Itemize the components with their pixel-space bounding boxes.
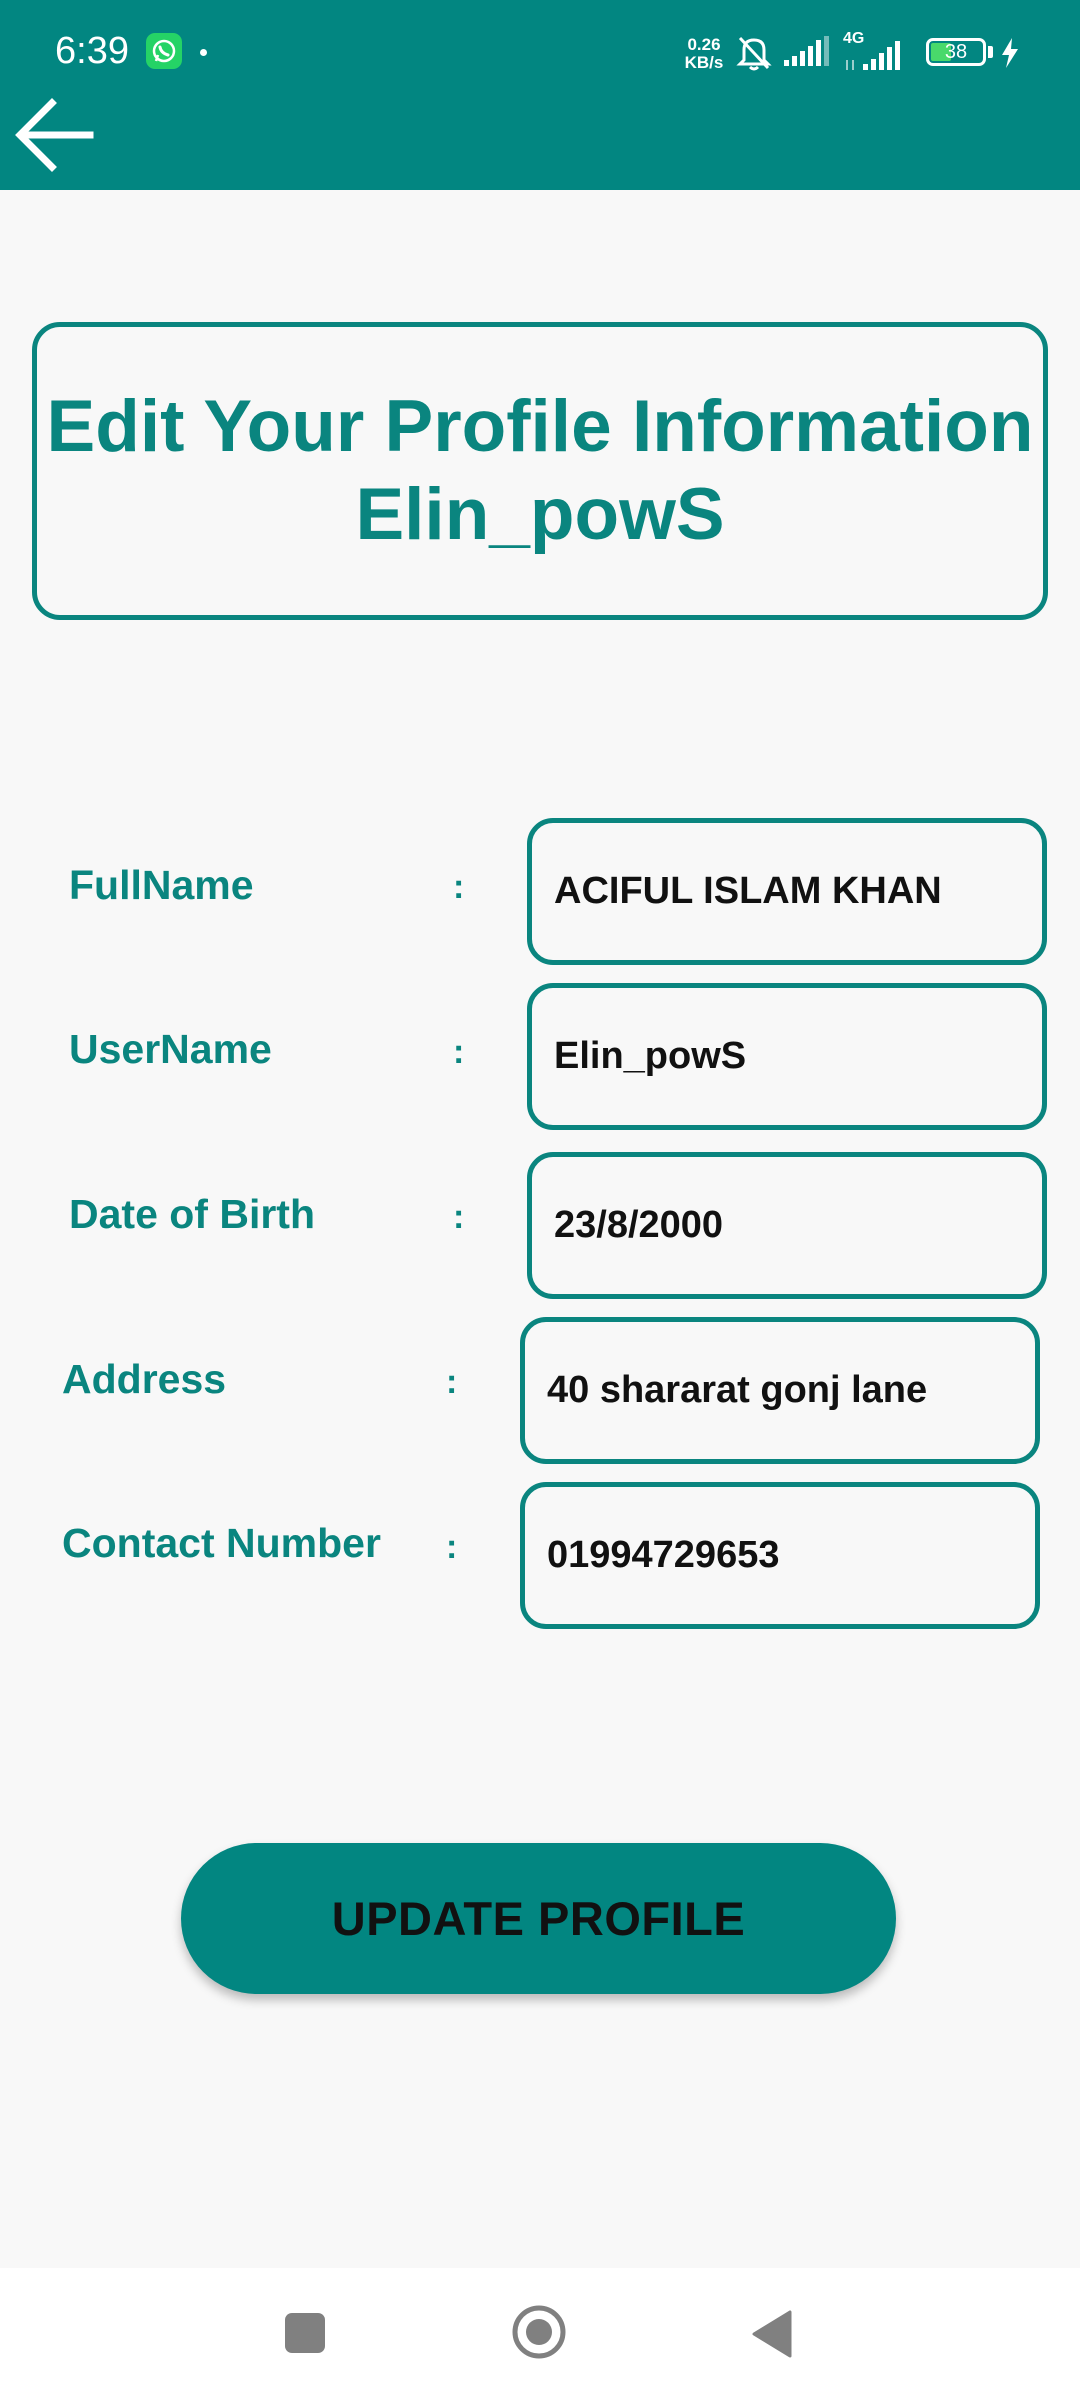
- address-colon: :: [446, 1363, 458, 1401]
- recents-square-icon[interactable]: [285, 2313, 325, 2358]
- signal-icon: [784, 36, 832, 73]
- back-triangle-icon[interactable]: [752, 2310, 792, 2363]
- dob-label: Date of Birth: [69, 1191, 315, 1237]
- username-field[interactable]: Elin_powS: [527, 983, 1047, 1130]
- battery-icon: 38: [926, 38, 986, 66]
- fullname-colon: :: [453, 868, 465, 906]
- page-title: Edit Your Profile Information: [46, 386, 1034, 467]
- dob-colon: :: [453, 1198, 465, 1236]
- contact-label: Contact Number: [62, 1520, 381, 1566]
- arrow-left-icon: [15, 98, 94, 172]
- back-button[interactable]: [12, 95, 98, 175]
- whatsapp-icon: [146, 33, 182, 69]
- username-label: UserName: [69, 1026, 272, 1072]
- fullname-label: FullName: [69, 862, 254, 908]
- update-profile-button[interactable]: UPDATE PROFILE: [181, 1843, 896, 1994]
- net-speed: 0.26 KB/s: [680, 36, 728, 72]
- battery-tip: [988, 46, 993, 58]
- net-speed-unit: KB/s: [684, 53, 724, 72]
- mute-bell-icon: [734, 32, 774, 77]
- address-label: Address: [62, 1356, 227, 1402]
- fullname-value: ACIFUL ISLAM KHAN: [554, 870, 942, 912]
- profile-title-card: Edit Your Profile Information Elin_powS: [32, 322, 1048, 620]
- system-nav-bar: [0, 2268, 1080, 2400]
- username-value: Elin_powS: [554, 1035, 747, 1077]
- app-bar: 6:39 0.26 KB/s 4G 38: [0, 0, 1080, 190]
- username-colon: :: [453, 1033, 465, 1071]
- dob-value: 23/8/2000: [554, 1204, 724, 1246]
- contact-field[interactable]: 01994729653: [520, 1482, 1040, 1629]
- fullname-field[interactable]: ACIFUL ISLAM KHAN: [527, 818, 1047, 965]
- profile-username-title: Elin_powS: [355, 474, 725, 555]
- address-value: 40 shararat gonj lane: [547, 1369, 928, 1411]
- contact-colon: :: [446, 1528, 458, 1566]
- status-bar: 6:39 0.26 KB/s 4G 38: [0, 0, 1080, 105]
- status-time: 6:39: [55, 30, 129, 72]
- address-field[interactable]: 40 shararat gonj lane: [520, 1317, 1040, 1464]
- battery-level: 38: [944, 41, 968, 63]
- notification-dot: [200, 49, 207, 56]
- contact-value: 01994729653: [547, 1534, 780, 1576]
- dob-field[interactable]: 23/8/2000: [527, 1152, 1047, 1299]
- home-circle-icon[interactable]: [511, 2304, 567, 2365]
- net-speed-value: 0.26: [687, 35, 721, 54]
- charging-icon: [1000, 38, 1020, 73]
